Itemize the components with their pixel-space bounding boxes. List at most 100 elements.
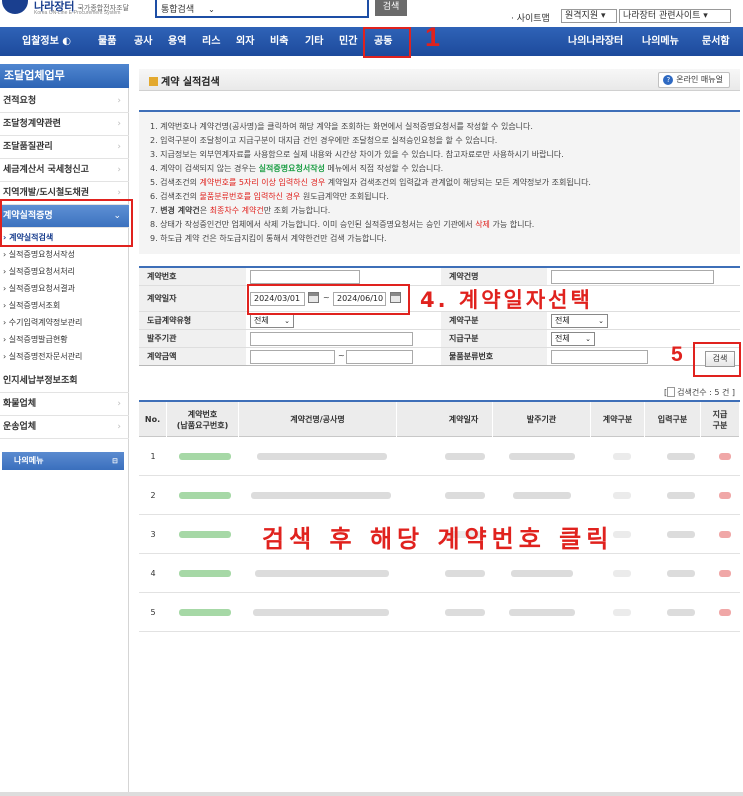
subcontract-type-label: 도급계약유형	[139, 312, 246, 329]
amount-label: 계약금액	[139, 348, 246, 365]
online-manual-label: 온라인 매뉴얼	[676, 75, 723, 84]
contract-no-link[interactable]	[179, 531, 231, 538]
row-number: 2	[150, 491, 156, 500]
col-header-contract-name: 계약건명/공사명	[239, 402, 397, 437]
step-number-5: 5	[671, 343, 683, 366]
notice-emphasis: 물품분류번호를 입력하신 경우	[199, 192, 301, 201]
nav-item-document-box[interactable]: 문서함	[702, 27, 730, 56]
nav-item-private[interactable]: 민간	[339, 27, 357, 56]
sub-item-request-write[interactable]: › 실적증명요청서작성	[3, 248, 75, 262]
category-no-input[interactable]	[551, 350, 648, 364]
sub-item-manual-contract[interactable]: › 수기입력계약정보관리	[3, 316, 82, 330]
input-type-value	[667, 453, 695, 460]
chevron-right-icon: ›	[117, 96, 121, 106]
sidebar-item-quality[interactable]: 조달품질관리 ›	[0, 136, 129, 159]
search-scope-select[interactable]: 통합검색 ⌄	[161, 2, 215, 15]
sub-item-issue-status[interactable]: › 실적증명발급현황	[3, 333, 68, 347]
sub-item-request-process[interactable]: › 실적증명요청서처리	[3, 265, 75, 279]
remote-support-select[interactable]: 원격지원 ▾	[561, 9, 617, 23]
sub-item-e-document[interactable]: › 실적증명전자문서관리	[3, 350, 82, 364]
sidebar-item-label: 화물업체	[3, 399, 37, 409]
input-type-value	[667, 492, 695, 499]
nav-item-service[interactable]: 용역	[168, 27, 186, 56]
nav-item-my-menu[interactable]: 나의메뉴	[642, 27, 679, 56]
joint-highlight-box	[363, 27, 411, 58]
contract-name-link[interactable]	[255, 570, 389, 577]
amount-to-input[interactable]	[346, 350, 413, 364]
notice-box: 1. 계약번호나 계약건명(공사명)을 클릭하여 해당 계약을 조회하는 화면에…	[139, 110, 740, 254]
search-button[interactable]: 검색	[375, 0, 407, 16]
sub-item-cert-view[interactable]: › 실적증명서조회	[3, 299, 60, 313]
online-manual-button[interactable]: ? 온라인 매뉴얼	[658, 72, 730, 88]
related-sites-select[interactable]: 나라장터 관련사이트 ▾	[619, 9, 731, 23]
nav-item-bid-info[interactable]: 입찰정보 ◐	[22, 27, 71, 56]
sitemap-link[interactable]: · 사이트맵	[511, 11, 550, 24]
sidebar-item-pps-contract[interactable]: 조달청계약관련 ›	[0, 113, 129, 136]
document-edit-icon	[149, 77, 158, 86]
search-icon: ◐	[62, 36, 72, 47]
logo-icon[interactable]	[2, 0, 28, 14]
sidebar-item-stamp-tax[interactable]: 인지세납부정보조회	[0, 370, 129, 393]
notice-line: 9. 하도급 계약 건은 하도급지킴이 통해서 계약한건만 검색 가능합니다.	[150, 234, 387, 243]
col-header-input-type: 입력구분	[645, 402, 701, 437]
table-row[interactable]: 1	[139, 437, 740, 476]
notice-emphasis: 삭제	[475, 220, 490, 229]
notice-text: 메뉴에서 직접 작성할 수 있습니다.	[324, 164, 444, 173]
nav-item-construction[interactable]: 공사	[134, 27, 152, 56]
notice-link[interactable]: 실적증명요청서작성	[259, 164, 325, 173]
notice-line: 3. 지급정보는 외부연계자료를 사용함으로 실제 내용와 시간상 차이가 있을…	[150, 150, 564, 159]
nav-item-foreign[interactable]: 외자	[236, 27, 254, 56]
contract-name-link[interactable]	[257, 453, 387, 460]
sidebar-item-label: 지역개발/도시철도채권	[3, 188, 90, 198]
nav-item-goods[interactable]: 물품	[98, 27, 116, 56]
nav-item-stockpile[interactable]: 비축	[270, 27, 288, 56]
chevron-down-icon: ⌄	[598, 317, 604, 325]
pay-type-select[interactable]: 전체 ⌄	[551, 332, 595, 346]
orderer-input[interactable]	[250, 332, 413, 346]
contract-name-input[interactable]	[551, 270, 714, 284]
contract-name-link[interactable]	[253, 609, 389, 616]
sidebar-item-quote-request[interactable]: 견적요청 ›	[0, 90, 129, 113]
contract-no-link[interactable]	[179, 453, 231, 460]
search-highlight-box	[693, 342, 741, 377]
sub-item-request-result[interactable]: › 실적증명요청서결과	[3, 282, 75, 296]
contract-date-value	[445, 570, 485, 577]
col-header-contract-date: 계약일자	[435, 402, 493, 437]
select-value: 전체	[254, 316, 269, 325]
amount-from-input[interactable]	[250, 350, 335, 364]
contract-no-link[interactable]	[179, 570, 231, 577]
nav-item-my-narajangteo[interactable]: 나의나라장터	[568, 27, 623, 56]
notice-line: 8. 상태가 작성중인건만 업체에서 삭제 가능합니다. 이미 승인된 실적증명…	[150, 219, 534, 230]
sidebar-item-label: 조달품질관리	[3, 142, 53, 152]
my-menu-button[interactable]: 나의메뉴 ⊟	[2, 452, 124, 470]
notice-line: 4. 계약이 검색되지 않는 경우는 실적증명요청서작성 메뉴에서 직접 작성할…	[150, 163, 443, 174]
notice-line: 6. 검색조건의 물품분류번호를 입력하신 경우 원도급계약만 조회됩니다.	[150, 191, 389, 202]
page-title-text: 계약 실적검색	[161, 77, 220, 88]
nav-item-etc[interactable]: 기타	[305, 27, 323, 56]
subcontract-type-select[interactable]: 전체 ⌄	[250, 314, 294, 328]
amount-separator: ~	[338, 351, 345, 360]
notice-emphasis: 최종차수 계약건	[209, 206, 264, 215]
table-row[interactable]: 2	[139, 476, 740, 515]
sidebar-item-cargo[interactable]: 화물업체 ›	[0, 393, 129, 416]
table-row[interactable]: 4	[139, 554, 740, 593]
nav-item-lease[interactable]: 리스	[202, 27, 220, 56]
notice-text: 계약일자 검색조건의 입력값과 관계없이 해당되는 모든 계약정보가 조회됩니다…	[325, 178, 591, 187]
pay-type-value	[719, 531, 731, 538]
table-row[interactable]: 5	[139, 593, 740, 632]
results-table-header: No. 계약번호 (납품요구번호) 계약건명/공사명 계약일자 발주기관 계약구…	[139, 400, 740, 437]
contract-no-input[interactable]	[250, 270, 360, 284]
row-number: 5	[150, 608, 156, 617]
contract-type-select[interactable]: 전체 ⌄	[551, 314, 608, 328]
pay-type-value	[719, 570, 731, 577]
contract-name-link[interactable]	[251, 492, 391, 499]
search-box[interactable]: 통합검색 ⌄	[155, 0, 369, 18]
contract-date-label: 계약일자	[139, 286, 246, 311]
sidebar-item-tax-invoice[interactable]: 세금계산서 국세청신고 ›	[0, 159, 129, 182]
sidebar-item-transport[interactable]: 운송업체 ›	[0, 416, 129, 439]
row-number: 3	[150, 530, 156, 539]
contract-type-value	[613, 531, 631, 538]
contract-no-link[interactable]	[179, 492, 231, 499]
chevron-right-icon: ›	[117, 399, 121, 409]
contract-no-link[interactable]	[179, 609, 231, 616]
